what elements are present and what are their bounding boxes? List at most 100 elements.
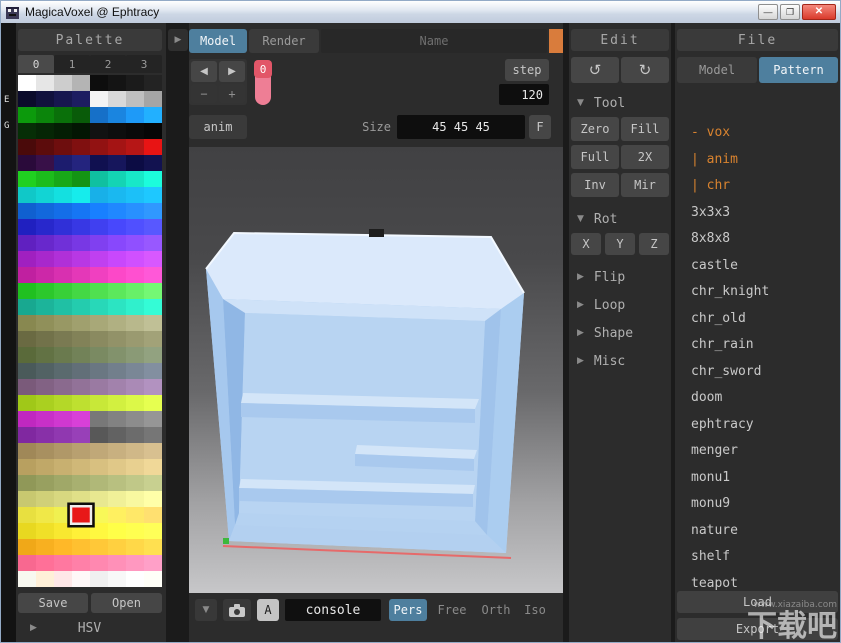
palette-swatch[interactable]: [126, 299, 144, 315]
palette-swatch[interactable]: [36, 107, 54, 123]
palette-swatch[interactable]: [36, 507, 54, 523]
anim-button[interactable]: anim: [189, 115, 247, 139]
palette-swatch[interactable]: [144, 539, 162, 555]
palette-swatch[interactable]: [126, 267, 144, 283]
palette-swatch[interactable]: [126, 235, 144, 251]
shape-section-header[interactable]: ▶ Shape: [577, 323, 669, 343]
palette-swatch[interactable]: [90, 571, 108, 587]
open-button[interactable]: Open: [91, 593, 162, 613]
edge-tab-e[interactable]: E: [4, 95, 9, 105]
console-button[interactable]: console: [285, 599, 381, 621]
palette-swatch[interactable]: [126, 171, 144, 187]
palette-swatch[interactable]: [54, 187, 72, 203]
palette-swatch[interactable]: [36, 139, 54, 155]
palette-swatch[interactable]: [90, 187, 108, 203]
palette-swatch[interactable]: [36, 123, 54, 139]
palette-swatch[interactable]: [144, 139, 162, 155]
palette-swatch[interactable]: [144, 267, 162, 283]
palette-swatch[interactable]: [54, 331, 72, 347]
palette-swatch-selected[interactable]: [67, 502, 95, 528]
palette-swatch[interactable]: [54, 267, 72, 283]
tool-zero-button[interactable]: Zero: [571, 117, 619, 141]
titlebar[interactable]: MagicaVoxel @ Ephtracy — ❐ ✕: [1, 1, 840, 23]
palette-swatch[interactable]: [126, 491, 144, 507]
palette-swatch[interactable]: [18, 571, 36, 587]
palette-swatch[interactable]: [72, 459, 90, 475]
palette-swatch[interactable]: [36, 299, 54, 315]
palette-swatch[interactable]: [108, 459, 126, 475]
palette-swatch[interactable]: [36, 251, 54, 267]
palette-swatch[interactable]: [108, 235, 126, 251]
palette-swatch[interactable]: [90, 315, 108, 331]
file-item-8x8x8[interactable]: 8x8x8: [691, 229, 836, 256]
palette-swatch[interactable]: [18, 107, 36, 123]
palette-swatch[interactable]: [54, 171, 72, 187]
palette-swatch[interactable]: [90, 75, 108, 91]
palette-swatch[interactable]: [90, 91, 108, 107]
palette-swatch[interactable]: [126, 331, 144, 347]
palette-swatch[interactable]: [144, 187, 162, 203]
redo-button[interactable]: ↻: [621, 57, 669, 83]
palette-swatch[interactable]: [144, 75, 162, 91]
palette-tab-1[interactable]: 1: [54, 55, 90, 73]
palette-swatch[interactable]: [108, 315, 126, 331]
palette-swatch[interactable]: [54, 283, 72, 299]
file-tab-model[interactable]: Model: [677, 57, 757, 83]
palette-swatch[interactable]: [144, 315, 162, 331]
palette-swatch[interactable]: [90, 123, 108, 139]
palette-swatch[interactable]: [144, 331, 162, 347]
palette-swatch[interactable]: [18, 283, 36, 299]
palette-swatch[interactable]: [144, 363, 162, 379]
palette-swatch[interactable]: [36, 331, 54, 347]
palette-swatch[interactable]: [108, 283, 126, 299]
palette-swatch[interactable]: [18, 379, 36, 395]
palette-swatch[interactable]: [108, 363, 126, 379]
palette-swatch[interactable]: [36, 315, 54, 331]
close-button[interactable]: ✕: [802, 4, 836, 20]
palette-swatch[interactable]: [108, 139, 126, 155]
palette-swatch[interactable]: [18, 267, 36, 283]
palette-swatch[interactable]: [36, 171, 54, 187]
rot-y-button[interactable]: Y: [605, 233, 635, 255]
palette-swatch[interactable]: [72, 155, 90, 171]
palette-swatch[interactable]: [126, 443, 144, 459]
palette-swatch[interactable]: [36, 75, 54, 91]
export-button[interactable]: Export: [677, 618, 838, 640]
palette-swatch[interactable]: [108, 171, 126, 187]
step-value-field[interactable]: 120: [499, 84, 549, 105]
palette-swatch[interactable]: [90, 283, 108, 299]
file-item-shelf[interactable]: shelf: [691, 547, 836, 574]
palette-collapse-tab[interactable]: ▶: [168, 29, 188, 51]
palette-swatch[interactable]: [90, 347, 108, 363]
palette-tab-2[interactable]: 2: [90, 55, 126, 73]
palette-swatch[interactable]: [108, 91, 126, 107]
palette-swatch[interactable]: [108, 507, 126, 523]
palette-swatch[interactable]: [126, 75, 144, 91]
palette-swatch[interactable]: [126, 507, 144, 523]
palette-swatch[interactable]: [18, 91, 36, 107]
file-item-ephtracy[interactable]: ephtracy: [691, 415, 836, 442]
palette-swatch[interactable]: [72, 555, 90, 571]
palette-swatch[interactable]: [18, 523, 36, 539]
palette-swatch[interactable]: [72, 411, 90, 427]
palette-swatch[interactable]: [90, 523, 108, 539]
palette-swatch[interactable]: [72, 91, 90, 107]
palette-swatch[interactable]: [54, 91, 72, 107]
palette-swatch[interactable]: [18, 555, 36, 571]
palette-swatch[interactable]: [144, 475, 162, 491]
palette-swatch[interactable]: [18, 171, 36, 187]
palette-swatch[interactable]: [72, 443, 90, 459]
palette-swatch[interactable]: [144, 411, 162, 427]
palette-swatch[interactable]: [126, 139, 144, 155]
file-item-anim[interactable]: | anim: [691, 150, 836, 177]
palette-swatch[interactable]: [108, 251, 126, 267]
palette-swatch[interactable]: [36, 539, 54, 555]
palette-swatch[interactable]: [18, 219, 36, 235]
palette-swatch[interactable]: [72, 315, 90, 331]
palette-swatch[interactable]: [54, 411, 72, 427]
model-name-input[interactable]: Name: [321, 29, 547, 53]
palette-swatch[interactable]: [54, 155, 72, 171]
palette-swatch[interactable]: [144, 155, 162, 171]
palette-swatch[interactable]: [144, 427, 162, 443]
palette-swatch[interactable]: [72, 523, 90, 539]
